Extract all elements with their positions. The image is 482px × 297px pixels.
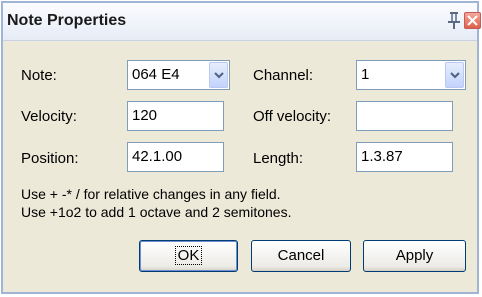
note-label: Note: <box>21 67 57 84</box>
note-value: 064 E4 <box>132 66 180 83</box>
ok-button-label: OK <box>174 246 203 265</box>
apply-button-label: Apply <box>395 247 434 264</box>
chevron-down-icon[interactable] <box>445 62 464 88</box>
position-field[interactable]: 42.1.00 <box>127 142 224 172</box>
ok-button[interactable]: OK <box>139 240 238 272</box>
off-velocity-field[interactable] <box>356 101 453 131</box>
position-label: Position: <box>21 150 79 167</box>
cancel-button[interactable]: Cancel <box>251 240 351 272</box>
cancel-button-label: Cancel <box>277 247 325 264</box>
velocity-field[interactable]: 120 <box>127 101 224 131</box>
chevron-down-icon[interactable] <box>209 62 228 88</box>
window-title: Note Properties <box>7 12 127 29</box>
help-text-line1: Use + -* / for relative changes in any f… <box>21 186 281 202</box>
off-velocity-label: Off velocity: <box>253 108 332 125</box>
window-frame: Note Properties Note: 064 E4 Channel: 1 … <box>1 1 481 294</box>
note-combo[interactable]: 064 E4 <box>127 60 230 90</box>
channel-label: Channel: <box>253 67 314 84</box>
note-properties-window: Note Properties Note: 064 E4 Channel: 1 … <box>0 0 482 297</box>
velocity-label: Velocity: <box>21 108 77 125</box>
close-icon[interactable] <box>464 12 481 29</box>
help-text-line2: Use +1o2 to add 1 octave and 2 semitones… <box>21 204 292 220</box>
pin-icon[interactable] <box>447 11 461 29</box>
channel-value: 1 <box>361 66 370 83</box>
channel-combo[interactable]: 1 <box>356 60 466 90</box>
length-label: Length: <box>253 150 304 167</box>
apply-button[interactable]: Apply <box>363 240 466 272</box>
title-bar[interactable]: Note Properties <box>3 3 481 41</box>
length-field[interactable]: 1.3.87 <box>356 142 453 172</box>
